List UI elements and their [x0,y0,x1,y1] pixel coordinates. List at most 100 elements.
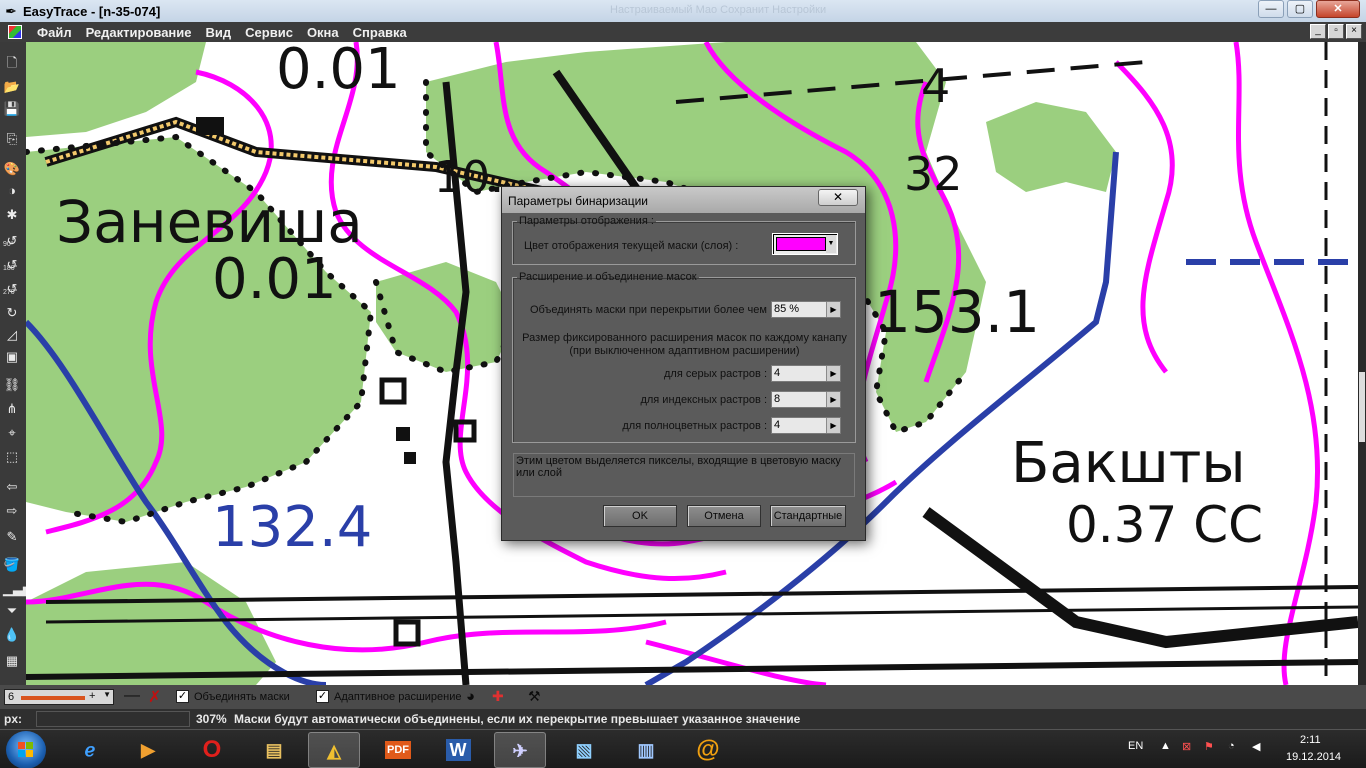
adaptive-expand-checkbox[interactable]: ✓ [316,690,329,703]
menu-view[interactable]: Вид [199,25,239,40]
pdf-icon[interactable]: PDF [372,732,424,768]
clock-date[interactable]: 19.12.2014 [1286,751,1341,763]
mask-color-label: Цвет отображения текущей маски (слоя) : [524,240,739,252]
minimize-button[interactable]: — [1258,0,1284,18]
arrow-right-icon[interactable]: ▶ [826,302,840,317]
index-raster-stepper[interactable]: 8 ▶ [771,391,841,408]
color-pick-icon[interactable]: ✚ [492,688,504,705]
rotate-90-icon[interactable]: ↺ 90° [3,232,21,250]
histogram-icon[interactable]: ▁▃▅ [3,580,33,598]
menu-edit[interactable]: Редактирование [79,25,199,40]
new-file-icon[interactable]: 🗋 [3,54,21,72]
minus-icon[interactable]: — [124,687,140,705]
rotate-180-icon[interactable]: ↺ 180° [3,256,21,274]
filter-icon[interactable]: ⏷ [3,602,21,620]
document-icon[interactable] [8,25,22,39]
plus-icon: + [89,690,96,702]
gray-raster-stepper[interactable]: 4 ▶ [771,365,841,382]
hint-text: Этим цветом выделяется пикселы, входящие… [513,453,855,497]
easytrace-task-icon[interactable]: ◭ [308,732,360,768]
rotate-270-icon[interactable]: ↺ 270° [3,280,21,298]
language-indicator[interactable]: EN [1128,740,1143,752]
label-32: 32 [904,147,963,201]
maximize-button[interactable]: ▢ [1287,0,1313,18]
volume-icon[interactable]: ◀ [1252,740,1260,753]
opera-icon[interactable]: O [186,732,238,768]
save-icon[interactable]: 💾 [3,100,21,118]
transform-icon[interactable]: ⬚ [3,448,21,466]
arrow-right-icon[interactable]: ▶ [826,392,840,407]
binarization-dialog: Параметры бинаризации ✕ Параметры отобра… [501,186,866,541]
defaults-button[interactable]: Стандартные [770,505,846,527]
window-controls: — ▢ ✕ [1255,0,1360,18]
chevron-down-icon[interactable]: ▼ [103,690,111,699]
frame-icon[interactable]: ▣ [3,348,21,366]
file-explorer-icon[interactable]: ▤ [248,732,300,768]
wrench-icon[interactable]: ✱ [3,206,21,224]
ok-button[interactable]: OK [603,505,677,527]
index-raster-label: для индексных растров : [640,394,767,406]
rotate-free-icon[interactable]: ↻ [3,304,21,322]
vertex-icon[interactable]: ⋔ [3,400,21,418]
word-icon[interactable]: W [432,732,484,768]
menu-service[interactable]: Сервис [238,25,300,40]
label-4: 4 [921,59,950,113]
merge-masks-checkbox[interactable]: ✓ [176,690,189,703]
arrow-left-icon[interactable]: ⇦ [3,478,21,496]
line-style-select[interactable]: 6 + ▼ [4,689,114,705]
image-viewer-icon[interactable]: ▧ [558,732,610,768]
arrow-right-icon[interactable]: ⇨ [3,502,21,520]
clock-time[interactable]: 2:11 [1300,734,1321,746]
label-1324: 132.4 [212,495,372,560]
paper-plane-icon[interactable]: ✈ [494,732,546,768]
color-wheel-icon[interactable]: 🎨 [3,160,21,178]
mail-icon[interactable]: @ [682,732,734,768]
bucket-icon[interactable]: 🪣 [3,556,21,574]
drop-icon[interactable]: 💧 [3,626,21,644]
triangle-ruler-icon[interactable]: ◿ [3,326,21,344]
menu-file[interactable]: Файл [30,25,79,40]
menu-help[interactable]: Справка [346,25,414,40]
chevron-down-icon[interactable]: ▼ [826,235,836,253]
menu-windows[interactable]: Окна [300,25,346,40]
index-raster-value: 8 [774,393,781,405]
merge-threshold-value: 85 % [774,303,800,315]
mdi-close-button[interactable]: × [1346,24,1362,39]
document-export-icon[interactable]: ⎘ [3,130,21,148]
internet-explorer-icon[interactable]: ℯ [64,732,116,768]
close-button[interactable]: ✕ [1316,0,1360,18]
status-message: Маски будут автоматически объединены, ес… [234,712,801,726]
open-folder-icon[interactable]: 📂 [3,78,21,96]
antivirus-icon[interactable]: ⚑ [1204,740,1214,753]
mdi-minimize-button[interactable]: _ [1310,24,1326,39]
link-icon[interactable]: ⛓ [3,376,21,394]
arrow-right-icon[interactable]: ▶ [826,418,840,433]
network-warning-icon[interactable]: ⊠ [1182,740,1191,753]
pie-chart-icon[interactable]: ◕ [466,688,475,705]
dialog-close-button[interactable]: ✕ [818,189,858,206]
cancel-button[interactable]: Отмена [687,505,761,527]
fullcolor-raster-stepper[interactable]: 4 ▶ [771,417,841,434]
globe-icon[interactable]: ◑ [3,182,21,200]
zoom-level: 307% [196,712,227,726]
arrow-right-icon[interactable]: ▶ [826,366,840,381]
delete-icon[interactable]: ✗ [148,687,161,707]
hammer-icon[interactable]: ⚒ [528,688,541,705]
mask-color-picker[interactable]: ▼ [772,233,838,255]
show-hidden-icons-icon[interactable]: ▲ [1160,740,1171,752]
media-player-icon[interactable]: ▶ [122,732,174,768]
vertical-scrollbar[interactable] [1358,42,1366,685]
label-zanevisha: Заневиша [56,188,363,256]
wifi-icon[interactable]: ◔ [1228,740,1235,752]
merge-threshold-stepper[interactable]: 85 % ▶ [771,301,841,318]
start-button[interactable] [6,731,46,768]
window-title: EasyTrace - [n-35-074] [23,3,161,19]
grid-icon[interactable]: ▦ [3,652,21,670]
crosshair-icon[interactable]: ⌖ [3,424,21,442]
scrollbar-thumb[interactable] [1359,372,1365,442]
pencil-icon[interactable]: ✎ [3,528,21,546]
mdi-restore-button[interactable]: ▫ [1328,24,1344,39]
coords-field [36,711,190,727]
adaptive-expand-label: Адаптивное расширение [334,691,462,703]
network-tool-icon[interactable]: ▥ [620,732,672,768]
